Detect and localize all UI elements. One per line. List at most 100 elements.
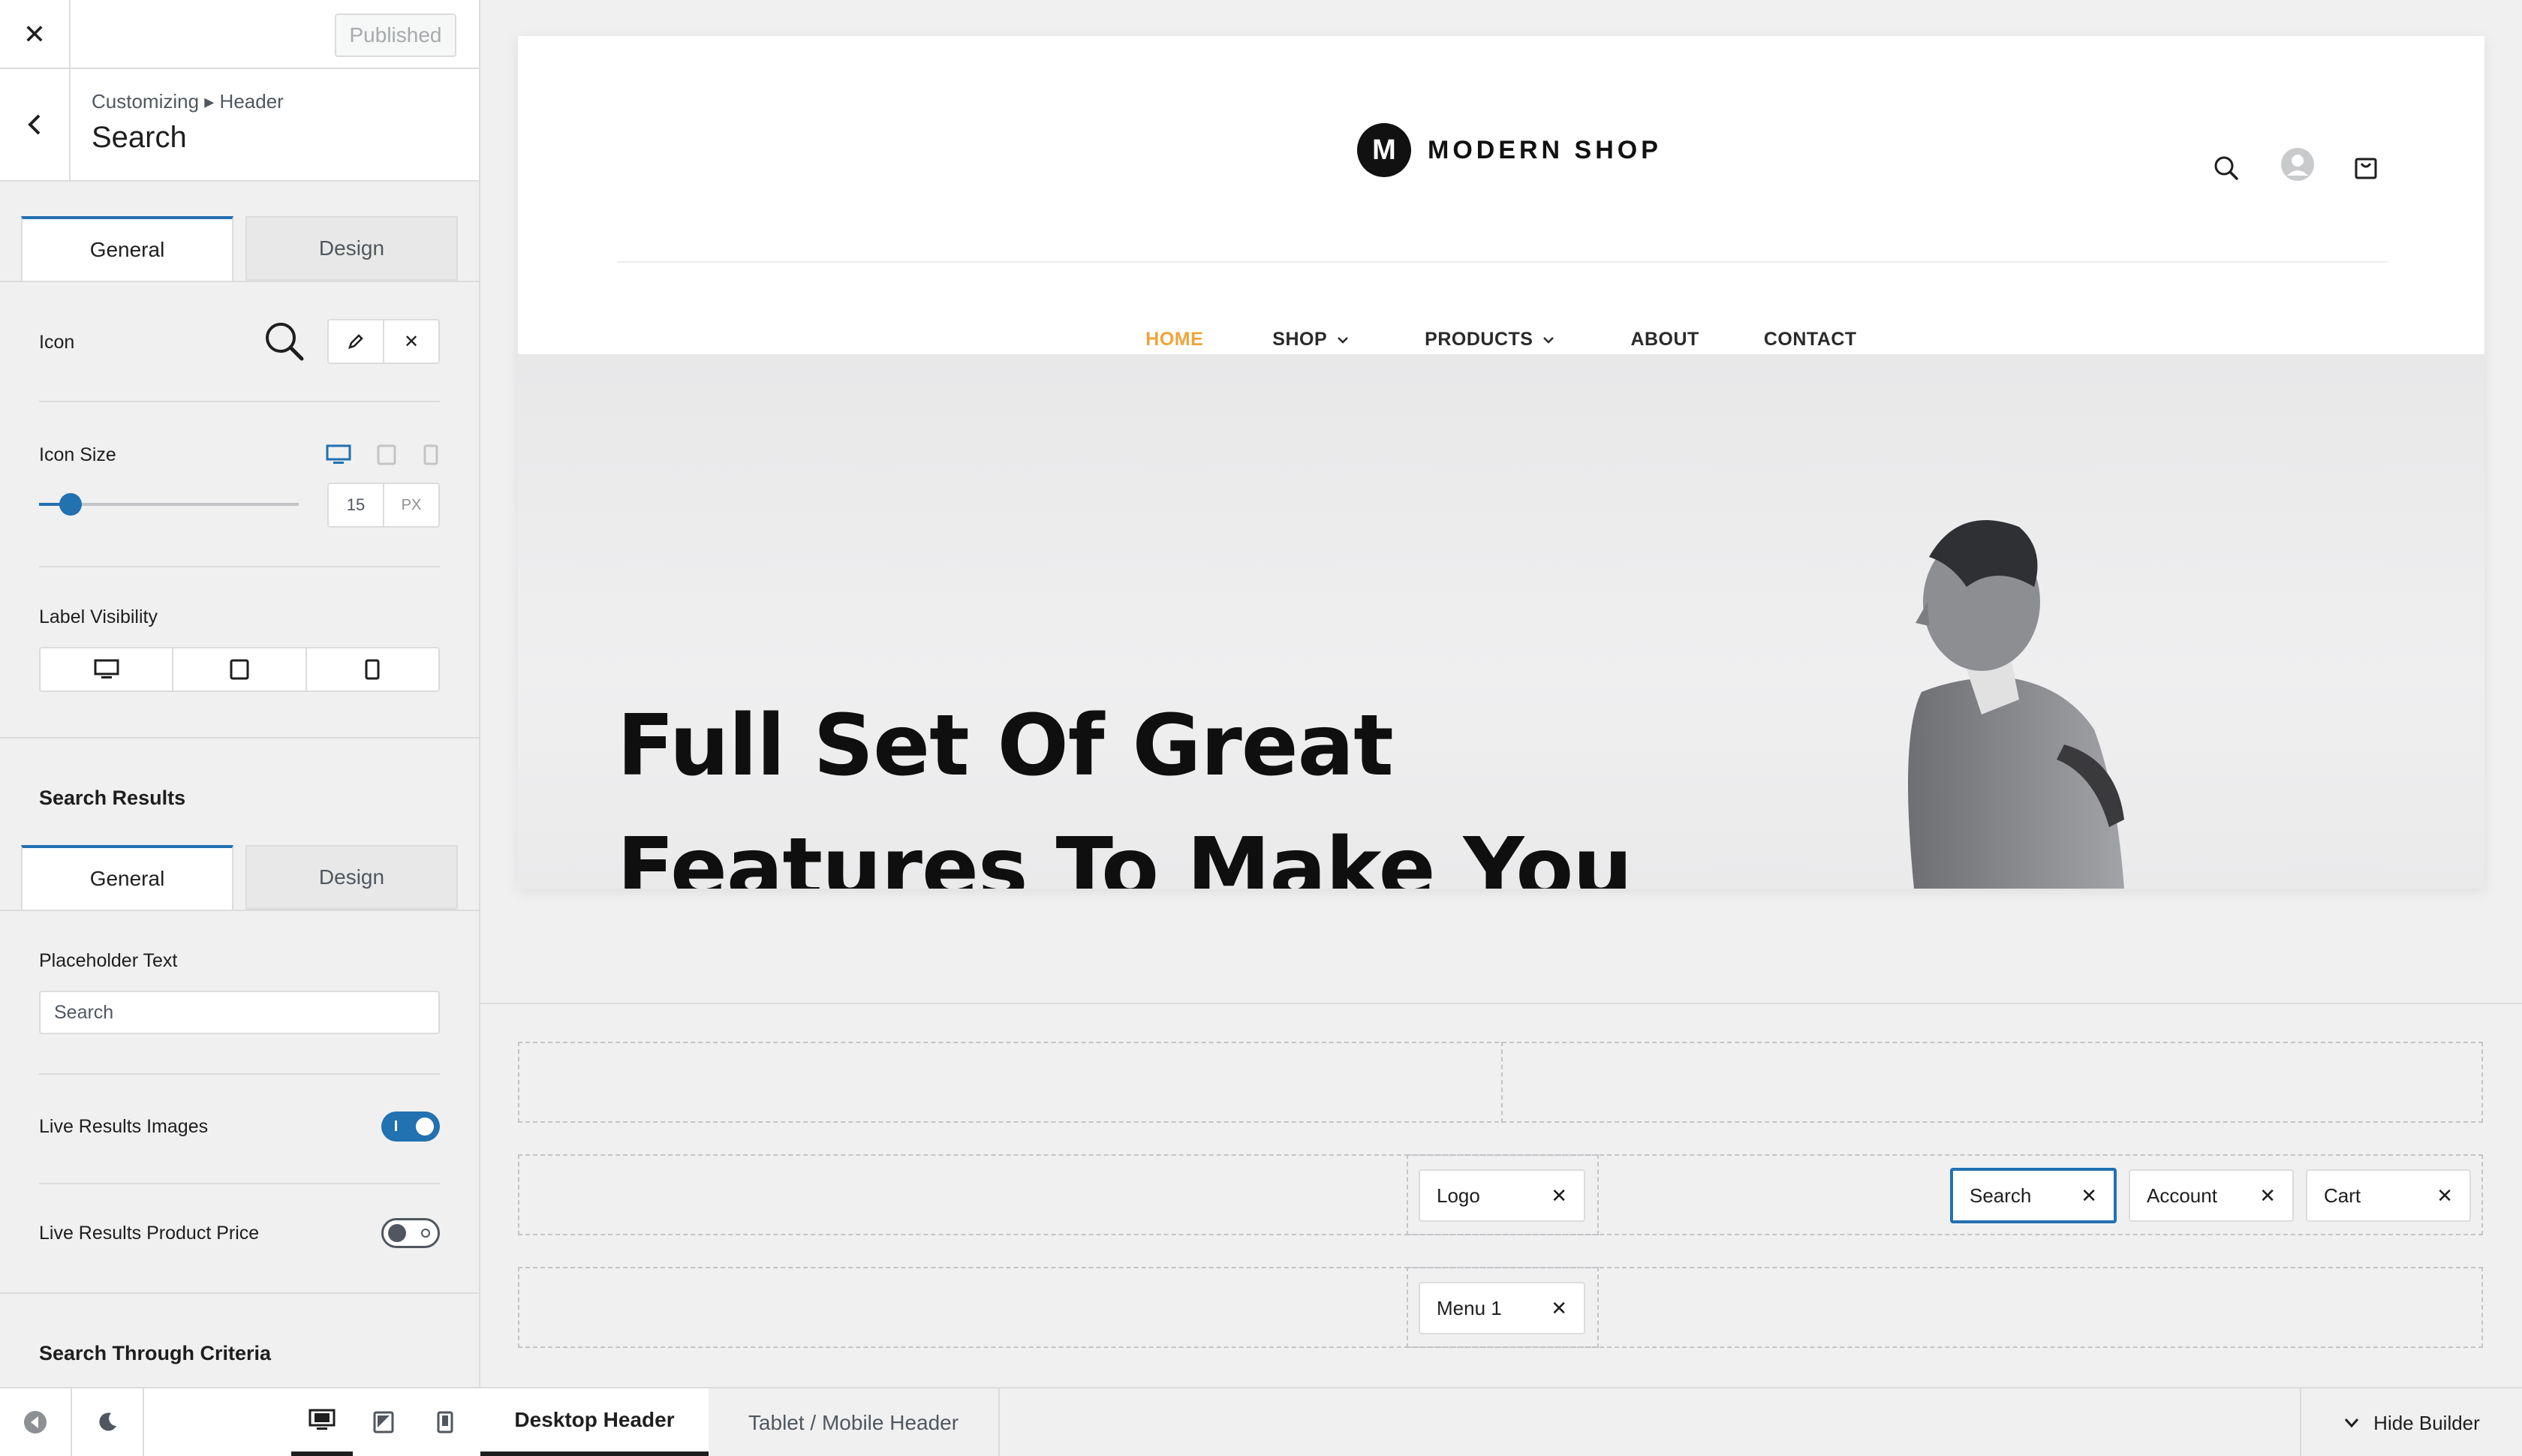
- user-avatar-icon[interactable]: [2280, 147, 2315, 182]
- account-chip[interactable]: Account ✕: [2129, 1169, 2294, 1222]
- placeholder-text-label: Placeholder Text: [39, 950, 178, 971]
- chevron-down-icon: [1543, 336, 1554, 344]
- desktop-icon[interactable]: [41, 648, 172, 690]
- collapse-icon: [24, 1411, 47, 1433]
- divider: [0, 737, 479, 739]
- pencil-icon[interactable]: [329, 320, 383, 362]
- cart-icon[interactable]: [2354, 153, 2378, 180]
- tablet-icon[interactable]: [172, 648, 305, 690]
- logo-chip-label: Logo: [1437, 1184, 1480, 1207]
- icon-size-label: Icon Size: [39, 444, 116, 465]
- divider: [0, 281, 479, 282]
- nav-item-label: HOME: [1145, 329, 1204, 350]
- mobile-icon[interactable]: [423, 444, 438, 465]
- live-price-label: Live Results Product Price: [39, 1223, 260, 1244]
- menu-chip-label: Menu 1: [1437, 1296, 1502, 1319]
- icon-tabs: General Design: [21, 216, 458, 281]
- nav-item-about[interactable]: ABOUT: [1630, 329, 1699, 350]
- remove-account-icon[interactable]: ✕: [2259, 1184, 2276, 1208]
- close-customizer-button[interactable]: ✕: [0, 0, 71, 69]
- mobile-icon: [437, 1411, 453, 1433]
- logo-mark: M: [1357, 123, 1411, 177]
- live-price-toggle[interactable]: [381, 1218, 440, 1248]
- builder-row-main[interactable]: Logo ✕ Search ✕ Account ✕ Cart ✕: [518, 1154, 2483, 1235]
- tab-design[interactable]: Design: [245, 845, 458, 910]
- builder-center-zone[interactable]: Logo ✕: [1407, 1154, 1599, 1235]
- main-navigation: HOME SHOP PRODUCTS ABOUT CONTACT: [518, 329, 2484, 350]
- icon-size-value[interactable]: 15: [329, 484, 383, 526]
- publish-button[interactable]: Published: [335, 14, 456, 57]
- nav-item-label: ABOUT: [1630, 329, 1699, 350]
- search-chip-label: Search: [1970, 1184, 2032, 1207]
- placeholder-text-input[interactable]: Search: [39, 991, 440, 1034]
- icon-label: Icon: [39, 332, 75, 353]
- tab-desktop-header[interactable]: Desktop Header: [480, 1388, 709, 1456]
- icon-size-input[interactable]: 15 PX: [327, 483, 440, 528]
- dark-mode-button[interactable]: [72, 1388, 144, 1456]
- builder-row-bottom[interactable]: Menu 1 ✕: [518, 1267, 2483, 1348]
- remove-search-icon[interactable]: ✕: [2081, 1184, 2097, 1208]
- cart-chip[interactable]: Cart ✕: [2306, 1169, 2471, 1222]
- hero-title-line-1: Full Set Of Great: [617, 697, 1394, 795]
- moon-icon: [99, 1412, 116, 1431]
- search-results-title: Search Results: [39, 787, 186, 809]
- search-icon[interactable]: [2213, 155, 2240, 182]
- divider: [0, 910, 479, 911]
- chevron-down-icon: [2345, 1418, 2359, 1428]
- tab-general[interactable]: General: [21, 216, 233, 281]
- preview-desktop-button[interactable]: [291, 1388, 353, 1456]
- live-images-toggle[interactable]: [381, 1112, 440, 1142]
- nav-item-shop[interactable]: SHOP: [1272, 329, 1350, 350]
- live-images-label: Live Results Images: [39, 1116, 209, 1137]
- builder-row-top[interactable]: [518, 1042, 2483, 1123]
- icon-actions: ✕: [327, 319, 440, 364]
- tab-design[interactable]: Design: [245, 216, 458, 281]
- desktop-icon[interactable]: [326, 444, 351, 465]
- menu-chip[interactable]: Menu 1 ✕: [1419, 1282, 1585, 1334]
- label-visibility-toggle: [39, 647, 440, 692]
- preview-tablet-button[interactable]: [353, 1388, 414, 1456]
- search-results-tabs: General Design: [21, 845, 458, 910]
- nav-item-products[interactable]: PRODUCTS: [1425, 329, 1555, 350]
- header-builder: Logo ✕ Search ✕ Account ✕ Cart ✕ Menu 1 …: [480, 1003, 2522, 1387]
- back-button[interactable]: [0, 69, 71, 180]
- remove-logo-icon[interactable]: ✕: [1551, 1184, 1567, 1208]
- hero-title-line-2: Features To Make You: [617, 820, 1633, 889]
- row-divider: [1501, 1042, 1503, 1123]
- desktop-icon: [308, 1409, 336, 1430]
- builder-tabs-bar: Desktop Header Tablet / Mobile Header Hi…: [480, 1387, 2522, 1456]
- tablet-icon[interactable]: [377, 444, 396, 465]
- hero-image: [1908, 520, 2124, 889]
- breadcrumb-path: Customizing ▸ Header: [92, 90, 284, 113]
- hide-builder-label: Hide Builder: [2373, 1411, 2480, 1434]
- hide-builder-button[interactable]: Hide Builder: [2300, 1388, 2522, 1456]
- logo-chip[interactable]: Logo ✕: [1419, 1169, 1585, 1222]
- logo-text: MODERN SHOP: [1428, 135, 1662, 164]
- tab-general[interactable]: General: [21, 845, 233, 910]
- builder-center-zone[interactable]: Menu 1 ✕: [1407, 1267, 1599, 1348]
- account-chip-label: Account: [2147, 1184, 2217, 1207]
- nav-item-label: SHOP: [1272, 329, 1328, 350]
- remove-cart-icon[interactable]: ✕: [2436, 1184, 2453, 1208]
- icon-size-unit: PX: [383, 484, 438, 526]
- tab-tablet-mobile-header[interactable]: Tablet / Mobile Header: [709, 1388, 1000, 1456]
- remove-menu-icon[interactable]: ✕: [1551, 1297, 1567, 1320]
- slider-thumb[interactable]: [59, 493, 82, 516]
- nav-item-contact[interactable]: CONTACT: [1764, 329, 1857, 350]
- tablet-icon: [373, 1411, 394, 1433]
- site-logo[interactable]: M MODERN SHOP: [1357, 123, 1662, 177]
- search-icon: [266, 323, 304, 361]
- hero-title: Full Set Of Great Features To Make You: [617, 684, 1633, 889]
- panel-title: Search: [92, 121, 187, 154]
- remove-icon-button[interactable]: ✕: [383, 320, 438, 362]
- nav-item-home[interactable]: HOME: [1145, 329, 1203, 350]
- breadcrumb: Customizing ▸ Header Search: [0, 69, 479, 182]
- search-chip[interactable]: Search ✕: [1950, 1168, 2117, 1223]
- preview-mobile-button[interactable]: [414, 1388, 476, 1456]
- label-visibility-label: Label Visibility: [39, 606, 158, 627]
- nav-item-label: PRODUCTS: [1425, 329, 1533, 350]
- icon-size-slider[interactable]: [39, 493, 299, 516]
- mobile-icon[interactable]: [305, 648, 438, 690]
- collapse-sidebar-button[interactable]: [0, 1388, 72, 1456]
- search-through-title: Search Through Criteria: [39, 1342, 272, 1364]
